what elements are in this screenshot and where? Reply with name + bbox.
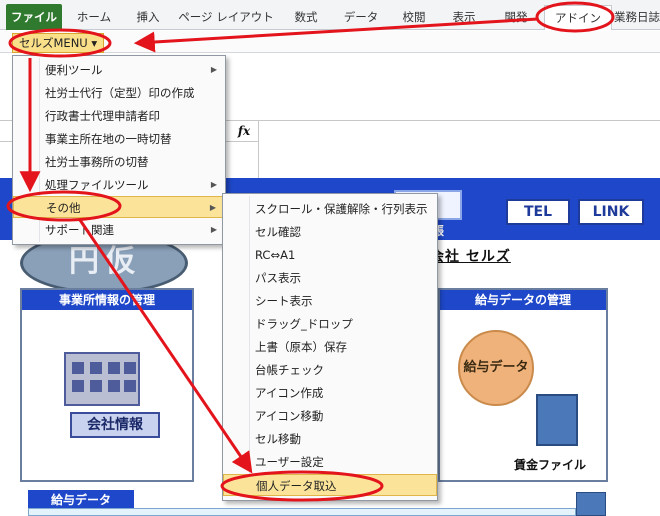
tab-data[interactable]: データ <box>336 5 386 29</box>
submenu-item-import-personal-data[interactable]: 個人データ取込 <box>223 474 437 496</box>
submenu-arrow-icon: ▶ <box>209 203 216 212</box>
tab-view[interactable]: 表示 <box>442 5 486 29</box>
fx-icon[interactable]: fx <box>232 124 256 140</box>
submenu-item-cell-move[interactable]: セル移動 <box>223 428 437 450</box>
cells-menu-button[interactable]: セルズMENU ▾ <box>12 33 104 53</box>
menu-item-gyosei-seal[interactable]: 行政書士代理申請者印 <box>13 105 225 127</box>
menu-item-seal-create[interactable]: 社労士代行（定型）印の作成 <box>13 82 225 104</box>
menu-item-office-switch[interactable]: 社労士事務所の切替 <box>13 151 225 173</box>
tab-work-diary[interactable]: 業務日誌 <box>614 5 660 29</box>
menu-item-label: 行政書士代理申請者印 <box>45 109 160 123</box>
building-icon[interactable] <box>64 352 140 406</box>
submenu-arrow-icon: ▶ <box>210 225 217 234</box>
salary-data-button[interactable]: 給与データ <box>452 356 540 375</box>
salary-data-section-tab: 給与データ <box>28 490 134 510</box>
submenu-item-path-display[interactable]: パス表示 <box>223 267 437 289</box>
menu-item-label: サポート関連 <box>45 223 114 237</box>
menu-item-support[interactable]: サポート関連 ▶ <box>13 219 225 241</box>
other-submenu: スクロール・保護解除・行列表示 セル確認 RC⇔A1 パス表示 シート表示 ドラ… <box>222 193 438 501</box>
tab-formulas[interactable]: 数式 <box>284 5 328 29</box>
menu-item-handy-tools[interactable]: 便利ツール ▶ <box>13 59 225 81</box>
wage-file-label[interactable]: 賃金ファイル <box>514 456 586 473</box>
binder-icon[interactable] <box>536 394 578 446</box>
tab-file[interactable]: ファイル <box>6 4 62 30</box>
submenu-item-overwrite-save[interactable]: 上書（原本）保存 <box>223 336 437 358</box>
menu-item-label: その他 <box>46 201 81 215</box>
submenu-item-cell-check[interactable]: セル確認 <box>223 221 437 243</box>
submenu-item-scroll-unprotect[interactable]: スクロール・保護解除・行列表示 <box>223 198 437 220</box>
tab-insert[interactable]: 挿入 <box>126 5 170 29</box>
files-icon[interactable] <box>576 492 606 516</box>
tel-button[interactable]: TEL <box>506 199 570 225</box>
submenu-item-icon-move[interactable]: アイコン移動 <box>223 405 437 427</box>
submenu-item-sheet-display[interactable]: シート表示 <box>223 290 437 312</box>
tab-developer[interactable]: 開発 <box>494 5 538 29</box>
submenu-arrow-icon: ▶ <box>210 180 217 189</box>
submenu-item-icon-create[interactable]: アイコン作成 <box>223 382 437 404</box>
menu-item-address-switch[interactable]: 事業主所在地の一時切替 <box>13 128 225 150</box>
cells-menu-dropdown: 便利ツール ▶ 社労士代行（定型）印の作成 行政書士代理申請者印 事業主所在地の一… <box>12 55 226 245</box>
menu-item-label: 社労士事務所の切替 <box>45 155 149 169</box>
tab-review[interactable]: 校閲 <box>392 5 436 29</box>
submenu-item-drag-drop[interactable]: ドラッグ_ドロップ <box>223 313 437 335</box>
menu-item-label: 便利ツール <box>45 63 103 77</box>
salary-data-section <box>28 508 576 516</box>
submenu-item-rc-a1[interactable]: RC⇔A1 <box>223 244 437 266</box>
office-info-panel-title: 事業所情報の管理 <box>22 290 192 310</box>
tab-page-layout[interactable]: ページ レイアウト <box>176 5 276 29</box>
link-button[interactable]: LINK <box>578 199 644 225</box>
menu-item-other[interactable]: その他 ▶ <box>13 196 225 218</box>
company-info-button[interactable]: 会社情報 <box>70 412 160 438</box>
salary-data-panel-title: 給与データの管理 <box>440 290 606 310</box>
menu-item-file-tools[interactable]: 処理ファイルツール ▶ <box>13 174 225 196</box>
submenu-arrow-icon: ▶ <box>210 65 217 74</box>
company-name: 会社 セルズ <box>430 249 511 265</box>
tab-addins[interactable]: アドイン <box>544 5 612 30</box>
tab-home[interactable]: ホーム <box>66 5 122 29</box>
submenu-item-user-settings[interactable]: ユーザー設定 <box>223 451 437 473</box>
ribbon-tab-bar: ファイル ホーム 挿入 ページ レイアウト 数式 データ 校閲 表示 開発 アド… <box>0 0 660 30</box>
sheet-area <box>258 120 660 178</box>
menu-item-label: 処理ファイルツール <box>45 178 149 192</box>
menu-item-label: 事業主所在地の一時切替 <box>45 132 172 146</box>
submenu-item-ledger-check[interactable]: 台帳チェック <box>223 359 437 381</box>
menu-item-label: 社労士代行（定型）印の作成 <box>45 86 195 100</box>
